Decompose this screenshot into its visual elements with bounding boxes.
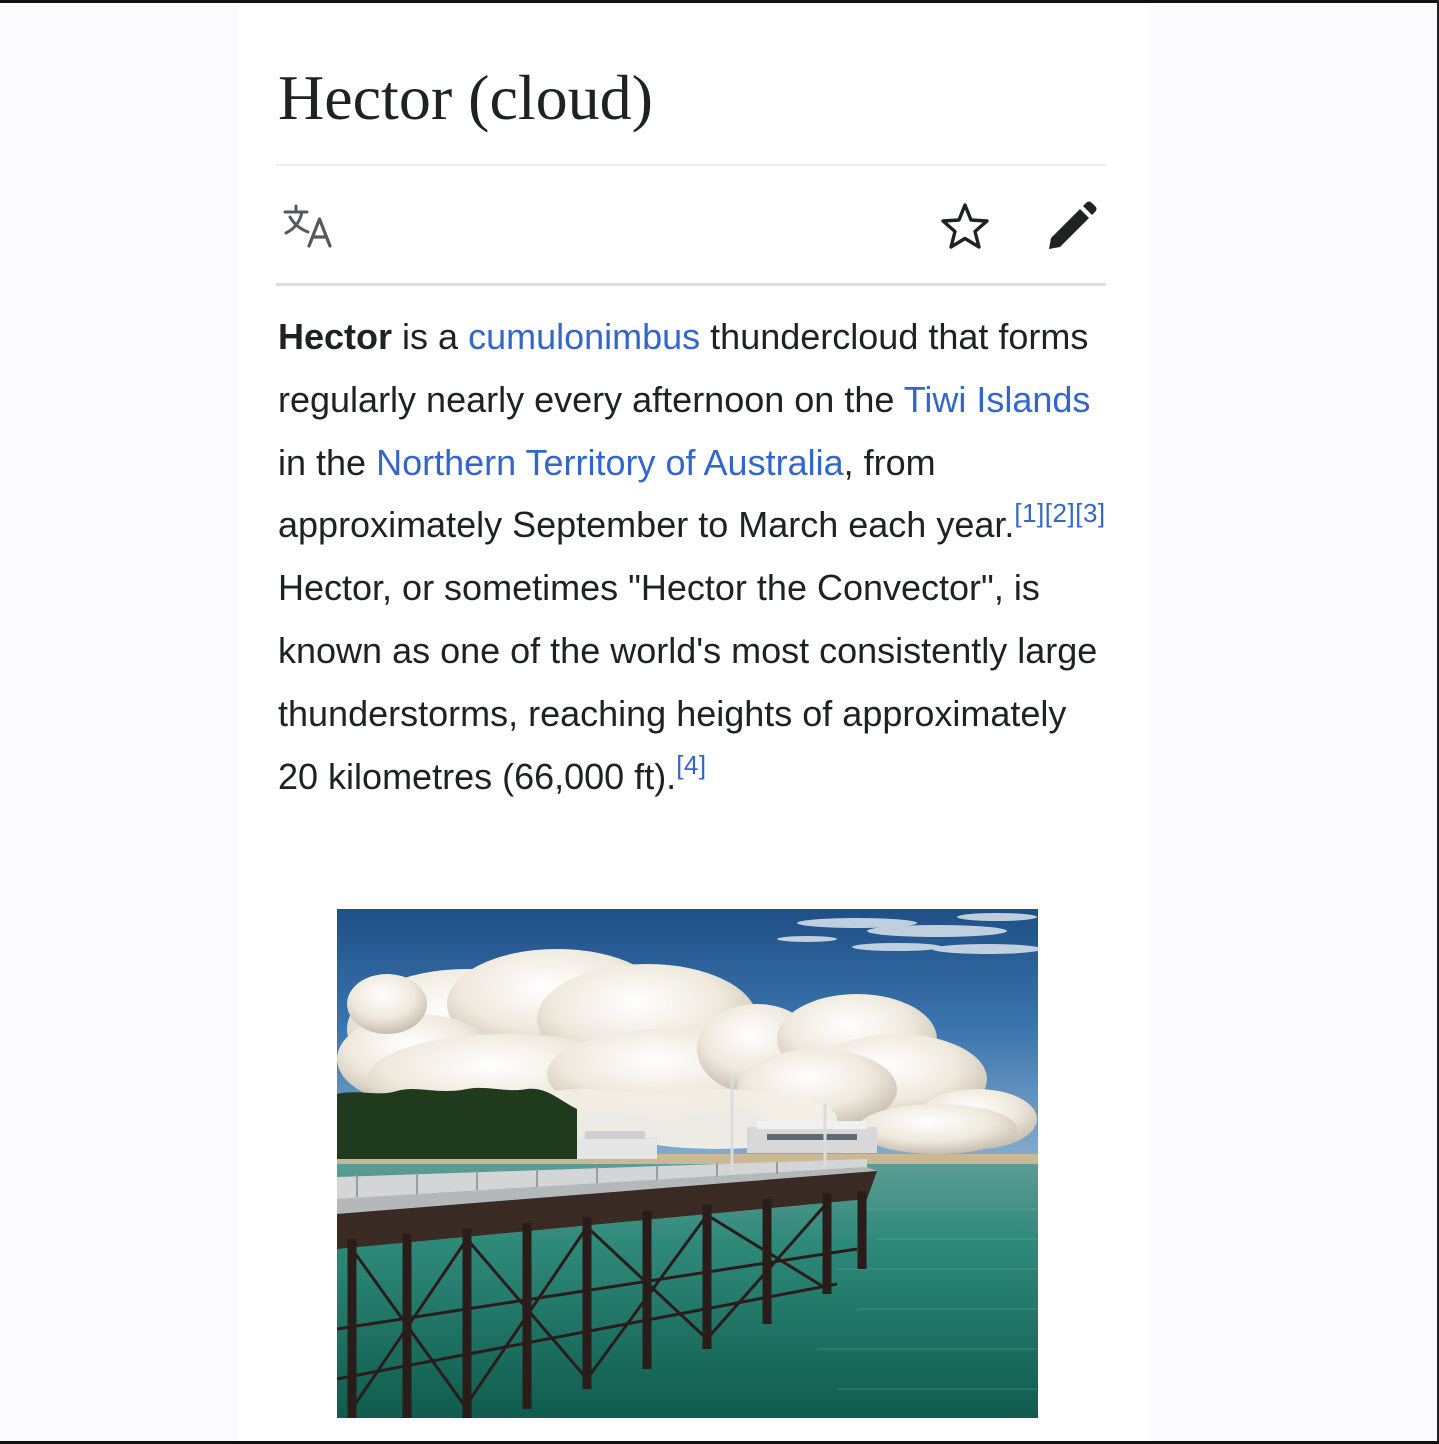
translate-icon <box>283 204 332 248</box>
link-northern-territory[interactable]: Northern Territory of Australia <box>376 442 844 483</box>
citation-group: [1][2][3] <box>1014 498 1105 528</box>
article-subject: Hector <box>278 316 393 357</box>
edit-button[interactable] <box>1042 198 1098 254</box>
intro-text: is a <box>392 316 469 357</box>
citation-1[interactable]: [1] <box>1014 498 1044 528</box>
intro-paragraph: Hector is a cumulonimbus thundercloud th… <box>278 306 1108 808</box>
language-button[interactable] <box>282 202 338 252</box>
page-title: Hector (cloud) <box>278 62 653 133</box>
citation-2[interactable]: [2] <box>1045 498 1075 528</box>
watch-star-button[interactable] <box>938 200 992 254</box>
pencil-icon <box>1049 201 1097 249</box>
title-divider <box>276 164 1106 166</box>
intro-text: in the <box>278 441 377 483</box>
link-tiwi-islands[interactable]: Tiwi Islands <box>904 379 1091 420</box>
link-cumulonimbus[interactable]: cumulonimbus <box>468 316 700 357</box>
lead-image-hector-cloud-over-pier[interactable] <box>337 909 1038 1418</box>
citation-3[interactable]: [3] <box>1075 498 1105 528</box>
citation-4[interactable]: [4] <box>676 750 706 780</box>
citation-group: [4] <box>676 750 706 780</box>
star-icon <box>941 203 989 249</box>
toolbar-divider <box>276 283 1106 286</box>
photo-illustration <box>337 909 1038 1418</box>
